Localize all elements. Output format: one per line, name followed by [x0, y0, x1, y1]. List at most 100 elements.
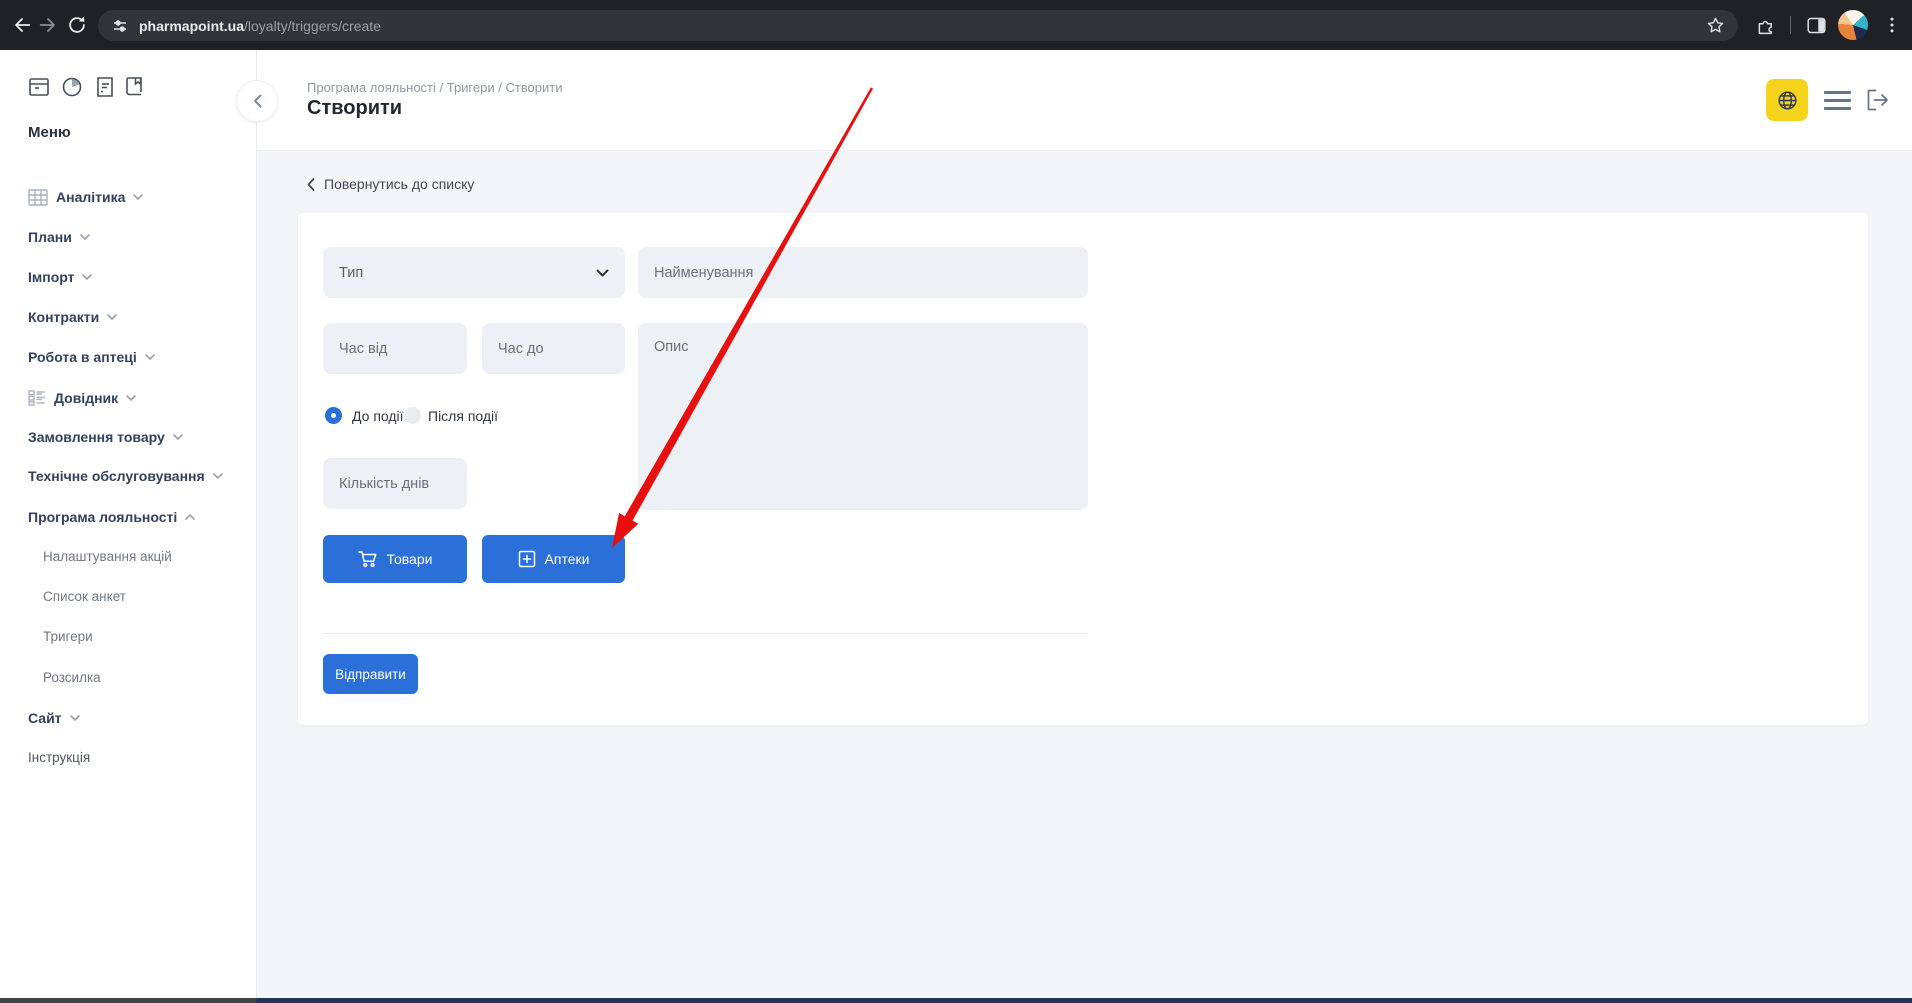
logout-icon[interactable] — [1866, 89, 1890, 111]
chevron-down-icon — [213, 473, 223, 479]
chevron-down-icon — [596, 269, 609, 277]
sidebar-item[interactable]: Імпорт — [28, 267, 92, 287]
chevron-left-icon — [253, 94, 262, 108]
book-icon[interactable] — [122, 75, 146, 99]
sidebar-item-label: Замовлення товару — [28, 429, 165, 445]
sidebar-item[interactable]: Плани — [28, 227, 90, 247]
type-select-value: Тип — [339, 265, 363, 281]
description-textarea[interactable] — [638, 323, 1088, 510]
language-button[interactable] — [1766, 79, 1808, 121]
collapse-sidebar-button[interactable] — [236, 80, 278, 122]
sidebar-item[interactable]: Інструкція — [28, 747, 90, 767]
radio-after-event[interactable] — [404, 407, 421, 424]
site-info-icon[interactable] — [111, 17, 129, 35]
submit-button-label: Відправити — [335, 667, 406, 682]
chevron-down-icon — [70, 715, 80, 721]
name-input[interactable] — [638, 247, 1088, 298]
back-icon[interactable] — [11, 14, 33, 36]
sidebar-item[interactable]: Технічне обслуговування — [28, 466, 223, 486]
forward-icon[interactable] — [37, 14, 59, 36]
type-select[interactable]: Тип — [323, 247, 625, 298]
toolbar-separator — [1790, 16, 1791, 34]
app-menu-icon[interactable] — [1824, 91, 1851, 110]
sidebar-item-label: Робота в аптеці — [28, 349, 137, 365]
globe-icon — [1776, 89, 1799, 112]
browser-toolbar: pharmapoint.ua/loyalty/triggers/create — [0, 0, 1912, 50]
plus-square-icon — [518, 550, 536, 568]
chevron-down-icon — [145, 354, 155, 360]
sidebar-item-label: Плани — [28, 229, 72, 245]
sidebar-item[interactable]: Довідник — [28, 388, 136, 408]
sidebar-item-label: Розсилка — [43, 670, 101, 685]
sidebar-item[interactable]: Сайт — [28, 708, 80, 728]
time-from-input[interactable] — [323, 323, 467, 374]
back-to-list-link[interactable]: Повернутись до списку — [307, 176, 474, 192]
products-button[interactable]: Товари — [323, 535, 467, 583]
sidebar-divider — [256, 50, 257, 998]
side-panel-icon[interactable] — [1806, 15, 1827, 36]
bookmark-star-icon[interactable] — [1705, 15, 1726, 36]
pie-chart-icon[interactable] — [60, 75, 84, 99]
sidebar-item[interactable]: Замовлення товару — [28, 427, 183, 447]
products-button-label: Товари — [387, 551, 433, 567]
profile-avatar[interactable] — [1838, 10, 1868, 40]
cart-icon — [358, 550, 378, 568]
address-bar[interactable]: pharmapoint.ua/loyalty/triggers/create — [98, 10, 1738, 41]
archive-icon[interactable] — [27, 75, 51, 99]
days-count-input[interactable] — [323, 458, 467, 509]
extensions-icon[interactable] — [1755, 15, 1776, 36]
radio-before-event-label[interactable]: До події — [352, 408, 404, 424]
sidebar-item-label: Аналітика — [56, 189, 125, 205]
url-text: pharmapoint.ua/loyalty/triggers/create — [139, 18, 381, 34]
breadcrumb: Програма лояльності / Тригери / Створити — [307, 80, 563, 95]
trigger-form-card: Тип До події Після події Товари — [298, 213, 1868, 725]
list-rows-icon — [28, 390, 46, 406]
reload-icon[interactable] — [66, 14, 88, 36]
sidebar-item-label: Програма лояльності — [28, 509, 177, 525]
sidebar-item[interactable]: Налаштування акцій — [43, 546, 172, 566]
submit-button[interactable]: Відправити — [323, 654, 418, 694]
pharmacies-button[interactable]: Аптеки — [482, 535, 625, 583]
screen: pharmapoint.ua/loyalty/triggers/create — [0, 0, 1912, 1003]
table-grid-icon — [28, 189, 48, 206]
browser-menu-icon[interactable] — [1882, 15, 1902, 35]
radio-before-event[interactable] — [325, 407, 342, 424]
chevron-up-icon — [185, 514, 195, 520]
sidebar-item-label: Контракти — [28, 309, 99, 325]
sidebar-item-label: Список анкет — [43, 589, 126, 604]
bottom-scrollbar-right[interactable] — [256, 998, 1912, 1003]
chevron-down-icon — [107, 314, 117, 320]
bottom-scrollbar-left[interactable] — [0, 998, 256, 1003]
back-link-label: Повернутись до списку — [324, 176, 474, 192]
sidebar-menu-title: Меню — [28, 124, 71, 141]
url-path: /loyalty/triggers/create — [244, 18, 381, 34]
sidebar-item[interactable]: Розсилка — [43, 667, 101, 687]
chevron-left-icon — [307, 178, 315, 191]
chevron-down-icon — [126, 395, 136, 401]
sidebar-item[interactable]: Програма лояльності — [28, 507, 195, 527]
sidebar-item-label: Довідник — [54, 390, 118, 406]
chevron-down-icon — [133, 194, 143, 200]
radio-after-event-label[interactable]: Після події — [428, 408, 498, 424]
sidebar-item-label: Тригери — [43, 629, 93, 644]
chevron-down-icon — [80, 234, 90, 240]
page-title: Створити — [307, 97, 402, 120]
note-icon[interactable] — [93, 75, 117, 99]
pharmacies-button-label: Аптеки — [545, 551, 590, 567]
form-divider — [323, 633, 1088, 634]
sidebar-item-label: Технічне обслуговування — [28, 468, 205, 484]
sidebar-item[interactable]: Список анкет — [43, 586, 126, 606]
sidebar-item[interactable]: Тригери — [43, 626, 93, 646]
sidebar-item-label: Налаштування акцій — [43, 549, 172, 564]
header-divider — [257, 150, 1912, 151]
chevron-down-icon — [82, 274, 92, 280]
sidebar-item[interactable]: Аналітика — [28, 187, 143, 207]
sidebar-item[interactable]: Контракти — [28, 307, 117, 327]
sidebar-item-label: Інструкція — [28, 750, 90, 765]
url-host: pharmapoint.ua — [139, 18, 244, 34]
sidebar-item[interactable]: Робота в аптеці — [28, 347, 155, 367]
time-to-input[interactable] — [482, 323, 625, 374]
sidebar-item-label: Сайт — [28, 710, 62, 726]
sidebar-item-label: Імпорт — [28, 269, 74, 285]
chevron-down-icon — [173, 434, 183, 440]
